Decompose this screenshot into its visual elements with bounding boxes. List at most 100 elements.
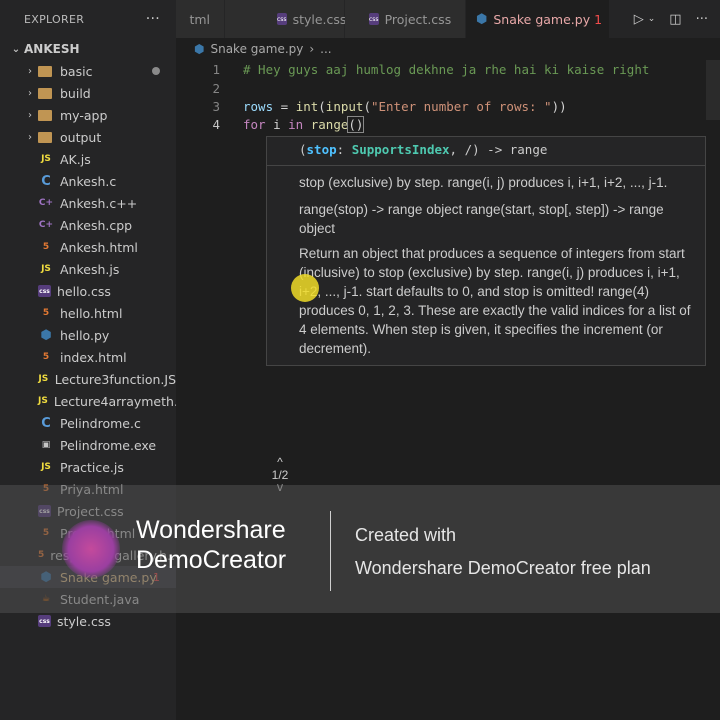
file-label: hello.html bbox=[60, 305, 123, 321]
workspace-folder[interactable]: ⌄ ANKESH bbox=[0, 38, 176, 60]
chevron-down-icon: ⌄ bbox=[11, 43, 21, 55]
file-item[interactable]: C+ Ankesh.c++ bbox=[0, 192, 176, 214]
tab-project-css[interactable]: css Project.css bbox=[345, 0, 466, 38]
folder-icon bbox=[38, 131, 52, 143]
file-item[interactable]: ⬢ hello.py bbox=[0, 324, 176, 346]
exe-file-icon: ▣ bbox=[41, 440, 51, 450]
c-file-icon: C bbox=[41, 415, 51, 431]
code-line[interactable]: 2 bbox=[176, 79, 720, 98]
doc-paragraph: range(stop) -> range object range(start,… bbox=[299, 202, 664, 236]
file-label: hello.py bbox=[60, 327, 110, 343]
file-label: Pelindrome.exe bbox=[60, 437, 157, 453]
breadcrumb-file[interactable]: Snake game.py bbox=[210, 42, 303, 56]
file-label: style.css bbox=[57, 613, 111, 629]
file-item[interactable]: C+ Ankesh.cpp bbox=[0, 214, 176, 236]
folder-icon bbox=[38, 87, 52, 99]
file-item[interactable]: C Pelindrome.c bbox=[0, 412, 176, 434]
css-file-icon: css bbox=[38, 615, 51, 627]
file-item[interactable]: JS Ankesh.js bbox=[0, 258, 176, 280]
folder-item[interactable]: › build bbox=[0, 82, 176, 104]
tab-snake-game-py[interactable]: ⬢ Snake game.py 1 bbox=[466, 0, 610, 38]
cursor-highlight bbox=[291, 274, 319, 302]
divider bbox=[267, 165, 705, 166]
problem-count-badge: 1 bbox=[594, 11, 603, 27]
tab-label: Snake game.py bbox=[493, 11, 591, 27]
tab-style-css[interactable]: css style.css bbox=[225, 0, 347, 38]
more-actions-icon[interactable]: ··· bbox=[696, 12, 708, 27]
cpp-file-icon: C+ bbox=[38, 198, 54, 208]
explorer-header: EXPLORER ··· bbox=[0, 0, 176, 38]
breadcrumb: ⬢ Snake game.py › ... bbox=[176, 38, 720, 60]
code-text: for i in range() bbox=[243, 116, 365, 133]
watermark-brand: Wondershare DemoCreator bbox=[136, 515, 286, 575]
file-item[interactable]: JS AK.js bbox=[0, 148, 176, 170]
html-file-icon: 5 bbox=[42, 242, 50, 252]
chevron-right-icon: › bbox=[28, 65, 32, 77]
file-item[interactable]: JS Lecture3function.JS bbox=[0, 368, 176, 390]
python-file-icon: ⬢ bbox=[476, 11, 488, 27]
file-label: Ankesh.html bbox=[60, 239, 138, 255]
line-number: 2 bbox=[212, 81, 220, 96]
text-cursor: () bbox=[347, 116, 365, 133]
c-file-icon: C bbox=[41, 173, 51, 189]
javascript-file-icon: JS bbox=[41, 264, 51, 274]
file-item[interactable]: C Ankesh.c bbox=[0, 170, 176, 192]
css-file-icon: css bbox=[369, 13, 379, 25]
file-label: Lecture3function.JS bbox=[54, 371, 176, 387]
tab-label: style.css bbox=[292, 11, 347, 27]
file-label: Lecture4arraymeth... bbox=[53, 393, 186, 409]
watermark-banner: Wondershare DemoCreator Created with Won… bbox=[0, 485, 720, 613]
modified-dot bbox=[152, 67, 160, 75]
chevron-right-icon: › bbox=[28, 87, 32, 99]
file-item[interactable]: JS Practice.js bbox=[0, 456, 176, 478]
html-file-icon: 5 bbox=[42, 308, 50, 318]
democreator-logo-icon bbox=[62, 520, 120, 578]
cpp-file-icon: C+ bbox=[38, 220, 54, 230]
file-label: Pelindrome.c bbox=[60, 415, 141, 431]
more-actions-icon[interactable]: ··· bbox=[146, 11, 160, 27]
folder-icon bbox=[38, 65, 52, 77]
html-file-icon: 5 bbox=[42, 352, 50, 362]
code-line-current[interactable]: 4 for i in range() bbox=[176, 115, 720, 134]
code-text: rows = int(input("Enter number of rows: … bbox=[243, 99, 567, 114]
line-number: 3 bbox=[212, 99, 220, 114]
folder-item[interactable]: › output bbox=[0, 126, 176, 148]
folder-label: output bbox=[60, 129, 102, 145]
file-item[interactable]: 5 hello.html bbox=[0, 302, 176, 324]
chevron-right-icon: › bbox=[309, 42, 315, 56]
file-label: Ankesh.js bbox=[60, 261, 120, 277]
run-icon[interactable]: ▷ bbox=[634, 12, 644, 27]
divider bbox=[330, 511, 331, 591]
chevron-right-icon: › bbox=[28, 109, 32, 121]
file-item[interactable]: 5 Ankesh.html bbox=[0, 236, 176, 258]
file-item[interactable]: 5 index.html bbox=[0, 346, 176, 368]
folder-item[interactable]: › basic bbox=[0, 60, 176, 82]
javascript-file-icon: JS bbox=[41, 154, 51, 164]
created-line: Wondershare DemoCreator free plan bbox=[355, 558, 651, 578]
tab-label: tml bbox=[189, 11, 210, 27]
file-item[interactable]: JS Lecture4arraymeth... bbox=[0, 390, 186, 412]
file-item[interactable]: css hello.css bbox=[0, 280, 176, 302]
javascript-file-icon: JS bbox=[38, 374, 49, 384]
explorer-title: EXPLORER bbox=[24, 12, 85, 26]
tab-html[interactable]: tml bbox=[176, 0, 225, 38]
tab-label: Project.css bbox=[384, 11, 452, 27]
breadcrumb-rest[interactable]: ... bbox=[320, 42, 331, 56]
code-line[interactable]: 1 # Hey guys aaj humlog dekhne ja rhe ha… bbox=[176, 60, 720, 79]
folder-item[interactable]: › my-app bbox=[0, 104, 176, 126]
doc-paragraph: stop (exclusive) by step. range(i, j) pr… bbox=[299, 175, 668, 190]
python-file-icon: ⬢ bbox=[194, 42, 205, 56]
file-label: hello.css bbox=[57, 283, 111, 299]
chevron-up-icon[interactable]: ^ bbox=[267, 456, 293, 468]
split-editor-icon[interactable]: ◫ bbox=[669, 12, 681, 27]
chevron-right-icon: › bbox=[28, 131, 32, 143]
code-line[interactable]: 3 rows = int(input("Enter number of rows… bbox=[176, 97, 720, 116]
signature: (stop: SupportsIndex, /) -> range bbox=[299, 142, 548, 157]
javascript-file-icon: JS bbox=[38, 396, 48, 406]
brand-line: DemoCreator bbox=[136, 546, 287, 574]
chevron-down-icon[interactable]: ⌄ bbox=[648, 14, 656, 24]
line-number: 1 bbox=[212, 62, 220, 77]
javascript-file-icon: JS bbox=[41, 462, 51, 472]
file-item[interactable]: ▣ Pelindrome.exe bbox=[0, 434, 176, 456]
file-item[interactable]: css style.css bbox=[0, 610, 176, 632]
